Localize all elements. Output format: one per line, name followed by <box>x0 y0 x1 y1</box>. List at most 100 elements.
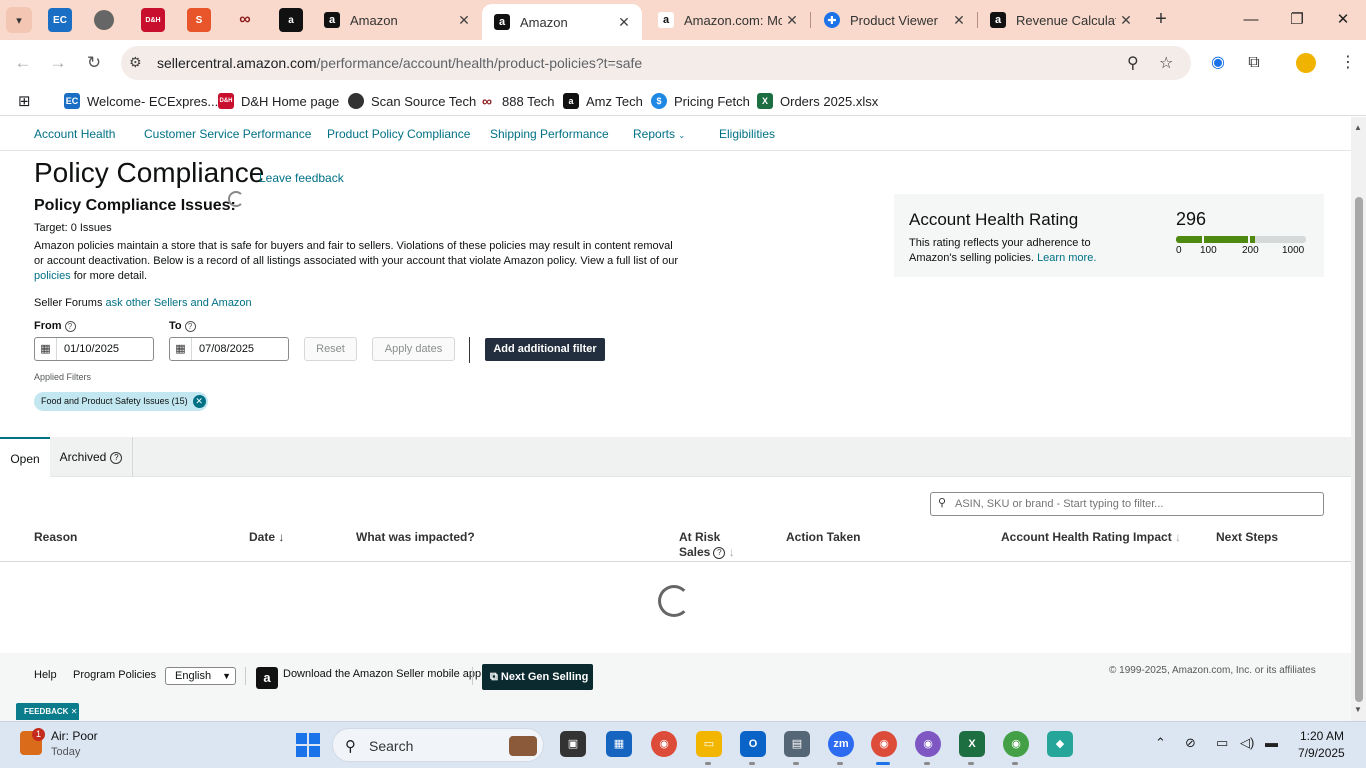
apply-dates-button[interactable]: Apply dates <box>372 337 455 361</box>
url-text[interactable]: sellercentral.amazon.com/performance/acc… <box>157 55 642 71</box>
outlook-icon[interactable]: O <box>740 731 766 757</box>
help-link[interactable]: Help <box>34 669 57 681</box>
browser-tab[interactable]: a Revenue Calculat ✕ <box>978 0 1144 40</box>
scroll-thumb[interactable] <box>1355 197 1363 702</box>
weather-title[interactable]: Air: Poor <box>51 729 98 743</box>
excel-icon[interactable]: X <box>959 731 985 757</box>
bookmark-item[interactable]: EC Welcome- ECExpres... <box>64 91 218 111</box>
site-settings-icon[interactable]: ⚙ <box>129 54 142 71</box>
sort-down-icon[interactable]: ↓ <box>278 530 284 544</box>
subnav-eligibilities[interactable]: Eligibilities <box>719 127 775 141</box>
maximize-icon[interactable]: ❐ <box>1282 8 1312 32</box>
taskbar-time[interactable]: 1:20 AM <box>1300 729 1344 743</box>
apps-grid-icon[interactable]: ⊞ <box>18 91 31 111</box>
bookmark-item[interactable]: ∞ 888 Tech <box>479 91 555 111</box>
col-sales[interactable]: Sales? ↓ <box>679 545 735 559</box>
address-bar[interactable]: ⚙ sellercentral.amazon.com/performance/a… <box>121 46 1191 80</box>
help-icon[interactable]: ? <box>713 546 726 559</box>
close-tab-icon[interactable]: ✕ <box>782 12 802 29</box>
browser-tab[interactable]: a Amazon.com: Mc ✕ <box>646 0 810 40</box>
windows-start-icon[interactable] <box>296 733 320 757</box>
sort-down-icon[interactable]: ↓ <box>1175 530 1181 544</box>
browser-tab-active[interactable]: a Amazon ✕ <box>482 4 642 40</box>
close-tab-icon[interactable]: ✕ <box>454 12 474 29</box>
close-icon[interactable]: ✕ <box>71 707 78 716</box>
tab-archived[interactable]: Archived? <box>50 437 132 477</box>
page-scrollbar[interactable]: ▲ ▼ <box>1351 117 1366 721</box>
volume-icon[interactable]: ◁) <box>1240 735 1254 751</box>
pinned-tab-dh-icon[interactable]: D&H <box>141 8 165 32</box>
subnav-customer-service[interactable]: Customer Service Performance <box>144 127 311 141</box>
back-arrow-icon[interactable]: ← <box>12 52 34 74</box>
close-window-icon[interactable]: ✕ <box>1328 8 1358 32</box>
file-explorer-icon[interactable]: ▭ <box>696 731 722 757</box>
sort-down-icon[interactable]: ↓ <box>729 545 735 559</box>
taskbar-search[interactable]: ⚲ Search <box>332 728 544 762</box>
bookmark-star-icon[interactable]: ☆ <box>1159 53 1173 73</box>
subnav-product-policy[interactable]: Product Policy Compliance <box>327 127 470 141</box>
pinned-tab-s-icon[interactable]: S <box>187 8 211 32</box>
minimize-icon[interactable]: — <box>1236 8 1266 32</box>
pinned-tab-ec-icon[interactable]: EC <box>48 8 72 32</box>
col-date[interactable]: Date ↓ <box>249 530 284 544</box>
feedback-tab[interactable]: FEEDBACK ✕ <box>16 703 79 720</box>
close-tab-icon[interactable]: ✕ <box>1116 12 1136 29</box>
menu-kebab-icon[interactable]: ⋮ <box>1336 52 1360 74</box>
close-tab-icon[interactable]: ✕ <box>949 12 969 29</box>
profile-avatar[interactable] <box>1296 53 1316 73</box>
network-disconnected-icon[interactable]: ⊘ <box>1185 735 1196 751</box>
from-date-input[interactable]: ▦ 01/10/2025 <box>34 337 154 361</box>
browser-tab[interactable]: ✚ Product Viewer ✕ <box>812 0 977 40</box>
chrome-profile-icon[interactable]: ◉ <box>1003 731 1029 757</box>
table-filter-input[interactable] <box>930 492 1324 516</box>
bookmark-item[interactable]: $ Pricing Fetch <box>651 91 750 111</box>
subnav-reports[interactable]: Reports ⌄ <box>633 127 685 141</box>
store-icon[interactable]: ▦ <box>606 731 632 757</box>
show-hidden-icons-chevron-icon[interactable]: ⌃ <box>1155 735 1166 751</box>
help-icon[interactable]: ? <box>184 321 196 332</box>
tab-open[interactable]: Open <box>0 437 50 478</box>
display-icon[interactable]: ▭ <box>1216 735 1228 751</box>
new-tab-button[interactable]: + <box>1150 8 1172 32</box>
zoom-icon[interactable]: ⚲ <box>1127 53 1139 73</box>
bookmark-item[interactable]: D&H D&H Home page <box>218 91 339 111</box>
filter-chip[interactable]: Food and Product Safety Issues (15) ✕ <box>34 392 208 411</box>
extension-icon[interactable]: ◉ <box>1206 52 1230 74</box>
program-policies-link[interactable]: Program Policies <box>73 669 156 681</box>
bookmark-item[interactable]: a Amz Tech <box>563 91 643 111</box>
chrome-profile-icon[interactable]: ◉ <box>915 731 941 757</box>
scroll-up-icon[interactable]: ▲ <box>1354 123 1362 132</box>
bookmark-item[interactable]: Scan Source Tech <box>348 91 476 111</box>
app-download-link[interactable]: Download the Amazon Seller mobile app <box>283 668 481 680</box>
forward-arrow-icon[interactable]: → <box>47 52 69 74</box>
browser-tab[interactable]: a Amazon ✕ <box>312 0 482 40</box>
extensions-puzzle-icon[interactable]: ⧉ <box>1242 52 1266 74</box>
leave-feedback-link[interactable]: Leave feedback <box>259 171 344 185</box>
calendar-icon[interactable]: ▦ <box>170 338 192 360</box>
pinned-tab-888-icon[interactable]: ∞ <box>233 8 257 32</box>
help-icon[interactable]: ? <box>110 451 123 464</box>
pinned-tab-amazon-icon[interactable]: a <box>279 8 303 32</box>
policies-link[interactable]: policies <box>34 270 71 282</box>
zoom-icon[interactable]: zm <box>828 731 854 757</box>
subnav-shipping[interactable]: Shipping Performance <box>490 127 609 141</box>
add-filter-button[interactable]: Add additional filter <box>485 338 605 361</box>
chrome-profile-icon[interactable]: ◉ <box>871 731 897 757</box>
language-select[interactable]: English ▼ <box>165 667 236 685</box>
calculator-icon[interactable]: ▤ <box>784 731 810 757</box>
tab-search-dropdown[interactable]: ▾ <box>6 7 32 33</box>
remove-filter-icon[interactable]: ✕ <box>192 395 206 408</box>
subnav-account-health[interactable]: Account Health <box>34 127 115 141</box>
next-gen-selling-button[interactable]: ⧉ Next Gen Selling <box>482 664 593 690</box>
close-tab-icon[interactable]: ✕ <box>614 14 634 31</box>
taskbar-date[interactable]: 7/9/2025 <box>1298 746 1345 760</box>
pinned-tab-globe-icon[interactable] <box>94 10 114 30</box>
chrome-icon[interactable]: ◉ <box>651 731 677 757</box>
to-date-input[interactable]: ▦ 07/08/2025 <box>169 337 289 361</box>
task-view-icon[interactable]: ▣ <box>560 731 586 757</box>
col-ahr-impact[interactable]: Account Health Rating Impact ↓ <box>1001 530 1181 544</box>
battery-icon[interactable]: ▬ <box>1265 735 1278 750</box>
help-icon[interactable]: ? <box>64 321 76 332</box>
bookmark-item[interactable]: X Orders 2025.xlsx <box>757 91 878 111</box>
calendar-icon[interactable]: ▦ <box>35 338 57 360</box>
